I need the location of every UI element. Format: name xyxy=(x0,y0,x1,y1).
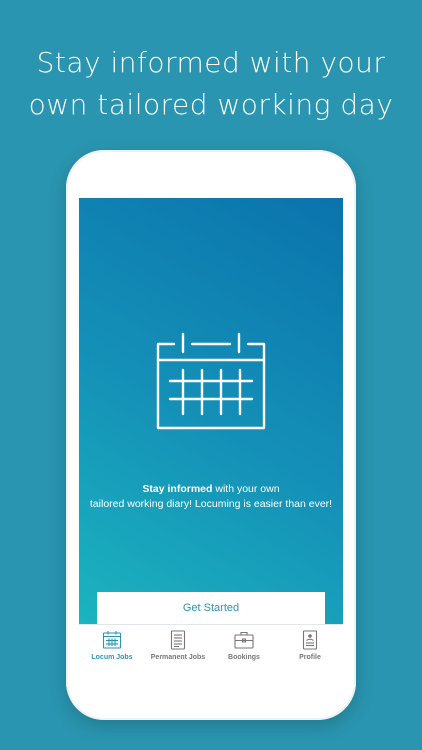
profile-icon xyxy=(302,630,318,650)
app-screen: Stay informed with your own tailored wor… xyxy=(79,198,343,668)
message-highlight: Stay informed xyxy=(142,483,213,495)
headline: Stay informed with your own tailored wor… xyxy=(0,42,422,126)
message-line-1: Stay informed with your own xyxy=(79,482,343,497)
headline-line-2: own tailored working day xyxy=(28,88,394,121)
tab-permanent-jobs[interactable]: Permanent Jobs xyxy=(145,625,211,668)
message-line-1-rest: with your own xyxy=(212,483,280,495)
tab-bookings[interactable]: Bookings xyxy=(211,625,277,668)
briefcase-icon xyxy=(234,631,254,649)
headline-line-1: Stay informed with your xyxy=(36,46,386,79)
get-started-button[interactable]: Get Started xyxy=(97,592,325,624)
onboarding-hero: Stay informed with your own tailored wor… xyxy=(79,198,343,624)
message-line-2: tailored working diary! Locuming is easi… xyxy=(89,498,333,510)
calendar-icon xyxy=(102,631,122,649)
bottom-tab-bar: Locum Jobs Permanent Jobs Bookings Profi… xyxy=(79,624,343,668)
document-icon xyxy=(170,630,186,650)
calendar-icon xyxy=(156,332,266,430)
tab-profile[interactable]: Profile xyxy=(277,625,343,668)
tab-label: Bookings xyxy=(228,654,260,661)
tab-label: Locum Jobs xyxy=(91,654,133,661)
tab-label: Permanent Jobs xyxy=(150,654,206,661)
tab-locum-jobs[interactable]: Locum Jobs xyxy=(79,625,145,668)
tab-label: Profile xyxy=(299,654,321,661)
onboarding-message: Stay informed with your own tailored wor… xyxy=(79,482,343,512)
